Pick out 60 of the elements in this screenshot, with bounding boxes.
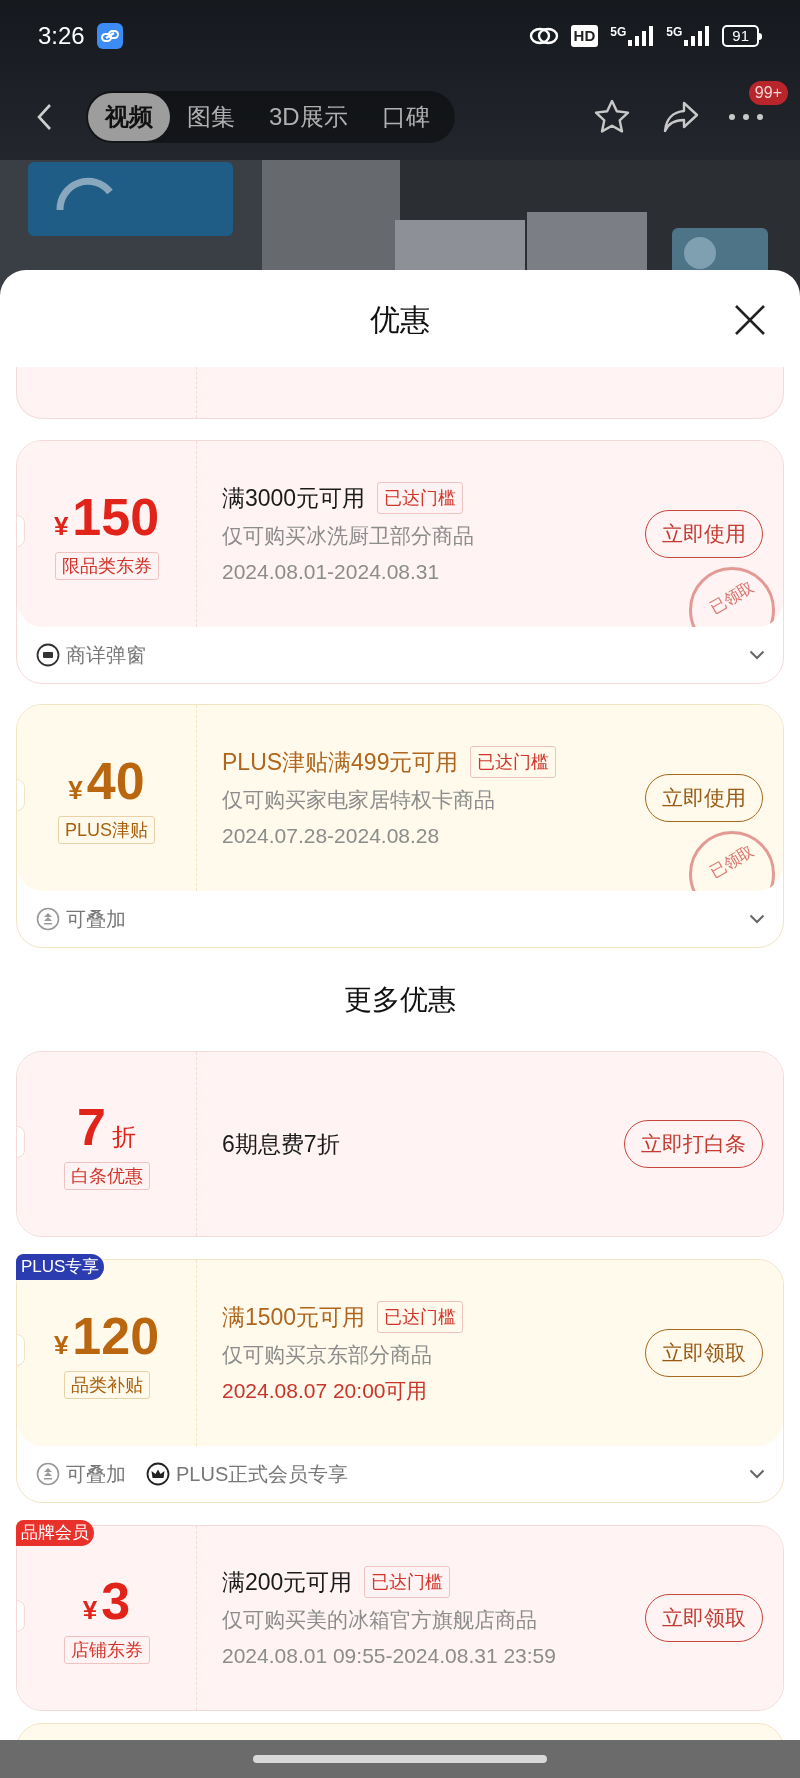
coupon-title: 6期息费7折: [222, 1130, 340, 1159]
threshold-tag: 已达门槛: [377, 482, 464, 514]
close-icon[interactable]: [734, 304, 766, 336]
signal-icon: [628, 26, 655, 46]
coupon-badge: 品牌会员: [16, 1520, 94, 1546]
stack-icon: [36, 907, 60, 931]
coupon-type-tag: PLUS津贴: [58, 816, 155, 844]
coupon-amount: ¥3: [82, 1572, 131, 1630]
status-time: 3:26: [38, 21, 85, 51]
network-label: 5G: [666, 26, 683, 38]
coupon-validity: 2024.08.01-2024.08.31: [222, 559, 441, 585]
crown-icon: [146, 1462, 170, 1486]
media-tab[interactable]: 口碑: [364, 93, 447, 141]
coupon-scope: 仅可购买美的冰箱官方旗舰店商品: [222, 1607, 538, 1633]
more-icon[interactable]: [728, 113, 764, 121]
coupon-amount: ¥150: [53, 488, 160, 546]
popup-icon: [36, 643, 60, 667]
section-title: 更多优惠: [344, 982, 456, 1017]
footer-label: 可叠加: [66, 907, 126, 932]
sheet-title: 优惠: [370, 301, 430, 338]
coupon-title: 满1500元可用: [222, 1303, 366, 1332]
media-tab[interactable]: 3D展示: [252, 93, 365, 141]
coupon-validity: 2024.08.01 09:55-2024.08.31 23:59: [222, 1643, 557, 1669]
threshold-tag: 已达门槛: [470, 746, 557, 778]
coupon-badge: PLUS专享: [16, 1254, 105, 1280]
coupon-validity: 2024.07.28-2024.08.28: [222, 823, 441, 849]
footer-label: 可叠加: [66, 1462, 126, 1487]
coupon-scope: 仅可购买冰洗厨卫部分商品: [222, 523, 475, 549]
chevron-icon[interactable]: [749, 1469, 765, 1479]
media-tab[interactable]: 图集: [170, 93, 252, 141]
coupon-title: PLUS津贴满499元可用: [222, 748, 459, 777]
share-icon[interactable]: [662, 100, 700, 134]
coupon-amount: 7 折: [77, 1098, 136, 1156]
network-label: 5G: [610, 26, 627, 38]
coupon-scope: 仅可购买京东部分商品: [222, 1342, 433, 1368]
link-icon: [528, 26, 559, 46]
chevron-icon[interactable]: [749, 914, 765, 924]
footer-label: 商详弹窗: [66, 643, 146, 668]
hd-indicator: HD: [570, 25, 599, 47]
coupon-type-tag: 品类补贴: [63, 1371, 150, 1399]
coupon-amount: ¥120: [53, 1307, 160, 1365]
threshold-tag: 已达门槛: [377, 1301, 464, 1333]
coupon-type-tag: 店铺东券: [63, 1636, 150, 1664]
battery-indicator: 91: [722, 25, 762, 47]
coupon-amount: ¥40: [68, 752, 145, 810]
link-app-icon: [96, 23, 123, 49]
coupon-type-tag: 白条优惠: [63, 1162, 150, 1190]
coupon-title: 满3000元可用: [222, 484, 366, 513]
back-icon[interactable]: [36, 103, 52, 131]
footer-label: PLUS正式会员专享: [176, 1462, 349, 1487]
claimed-stamp: 已领取: [689, 567, 775, 627]
signal-icon: [684, 26, 711, 46]
coupon-validity: 2024.08.07 20:00可用: [222, 1378, 429, 1404]
threshold-tag: 已达门槛: [364, 1566, 451, 1598]
stack-icon: [36, 1462, 60, 1486]
claimed-stamp: 已领取: [689, 831, 775, 891]
coupon-type-tag: 限品类东券: [54, 552, 159, 580]
chevron-icon[interactable]: [749, 650, 765, 660]
coupon-title: 满200元可用: [222, 1568, 353, 1597]
coupon-scope: 仅可购买家电家居特权卡商品: [222, 787, 496, 813]
